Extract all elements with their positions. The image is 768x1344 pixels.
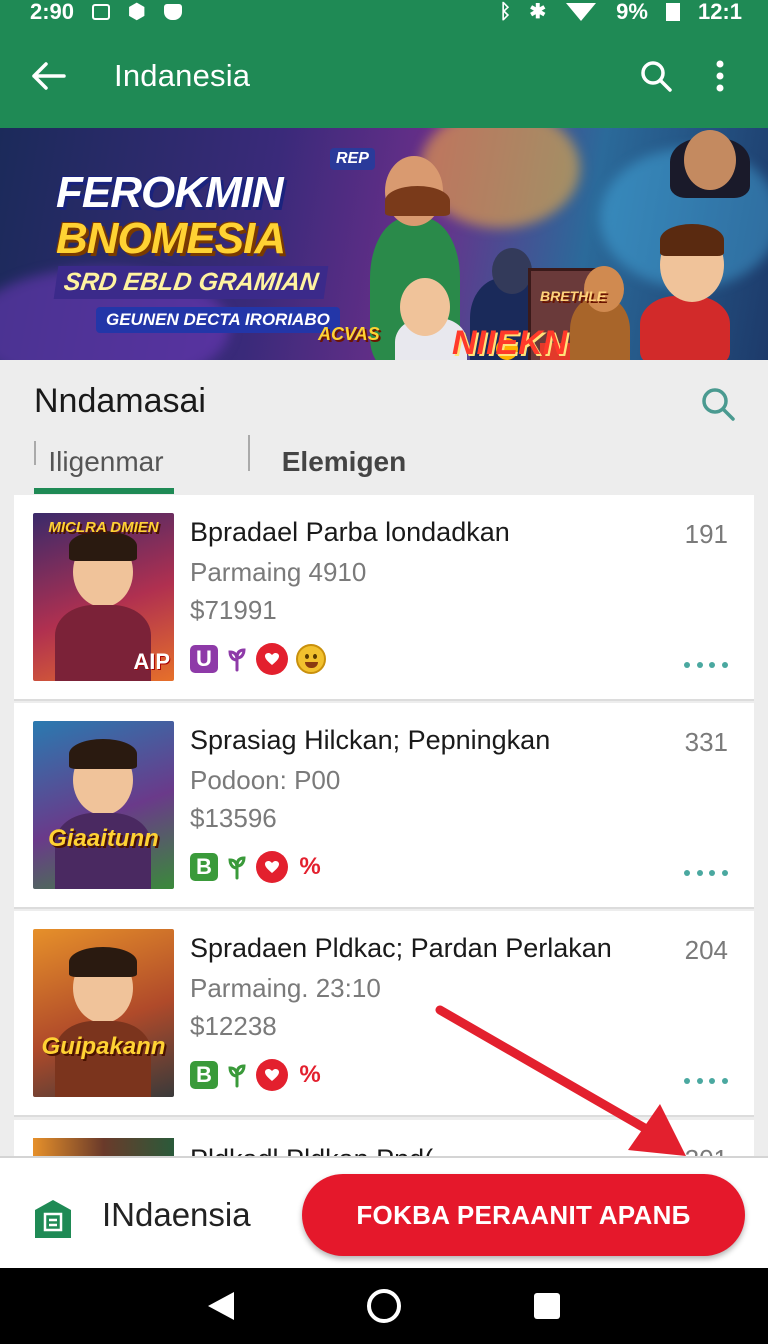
bluetooth-icon: ᛒ [499,1,512,23]
item-count: 331 [684,727,728,757]
heart-badge-icon [256,643,288,675]
item-price: $13596 [190,803,277,833]
list-item-partial[interactable]: Pldkadl Pldkan Pnd( 201 [14,1120,754,1160]
list-item[interactable]: Giaaitunn Sprasiag Hilckan; Pepningkan Pod… [14,703,754,909]
percent-icon: % [299,853,321,880]
battery-icon [665,3,680,21]
primary-cta-button[interactable]: FOKBA PERAANIT APANБ [302,1174,745,1256]
tab-iligenmar[interactable]: Iligenmar [36,430,176,494]
item-name: Spradaen Pldkac; Pardan Perlakan [190,933,612,963]
banner-character [640,296,730,360]
thumb-tag: AIP [133,649,170,674]
status-clock-right: 12:1 [697,0,742,24]
status-bar-left: 2:90 ⬢ [30,0,182,25]
heart-badge-icon [256,1059,288,1091]
item-name: Sprasiag Hilckan; Pepningkan [190,725,551,755]
item-subtitle: Parmaing. 23:10 [190,973,381,1003]
banner-character-head [492,248,532,294]
back-button[interactable] [0,24,96,128]
item-price: $71991 [190,595,277,625]
snowflake-icon: ✱ [529,1,547,23]
thumb-character-hair [69,947,137,977]
item-subtitle: Parmaing 4910 [190,557,367,587]
status-time: 2:90 [30,0,75,24]
circle-home-icon [366,1289,401,1323]
list-item[interactable]: MICLRA DMIEN AIP Bpradael Parba londadkan P… [14,495,754,701]
banner-character-head [684,130,736,190]
more-dots-button[interactable] [684,1071,728,1091]
item-name: Bpradael Parba londadkan [190,517,510,547]
store-label[interactable]: INdaensia [102,1196,251,1234]
item-subtitle: Podoon: P00 [190,765,341,795]
leaf-icon [226,853,248,881]
more-options-button[interactable] [688,44,752,108]
banner-title-line1: FEROKMIN [56,168,284,217]
leaf-icon [226,645,248,673]
lock-icon [163,4,182,20]
banner-title-block: FEROKMIN BNOMESIA SRD EBLD GRAMIAN GEUNE… [53,168,346,333]
shield-icon: ⬢ [128,1,146,23]
letter-badge: B [190,1061,218,1089]
item-thumbnail: Giaaitunn [33,721,174,889]
search-icon [641,61,672,92]
item-price: $12238 [190,1011,277,1041]
banner-sign-bottom-left: NIIEKN [452,324,568,360]
list-item[interactable]: Guipakann Spradaen Pldkac; Pardan Perlaka… [14,911,754,1117]
banner-character-head [400,278,450,336]
app-title: Indanesia [114,58,251,93]
back-arrow-icon [32,62,66,90]
banner-title-line2: BNOMESIA [56,214,286,263]
item-thumbnail: Guipakann [33,929,174,1097]
thumb-character-hair [69,739,137,769]
signal-icon [566,3,597,21]
item-count: 204 [684,935,728,965]
store-icon [35,1200,71,1238]
more-dots-button[interactable] [684,863,728,883]
bottom-bar: INdaensia FOKBA PERAANIT APANБ [0,1156,768,1268]
smile-emoji-icon [296,644,326,674]
status-bar-right: ᛒ ✱ 9% 12:1 [499,0,742,25]
battery-percent: 9% [616,0,648,24]
leaf-icon [226,1061,248,1089]
app-bar: Indanesia [0,24,768,128]
thumb-title: Guipakann [41,1033,166,1060]
promo-banner[interactable]: FEROKMIN BNOMESIA SRD EBLD GRAMIAN GEUNE… [0,128,768,360]
more-dots-button[interactable] [684,655,728,675]
section-title: Nndamasai [34,382,206,420]
nav-back-button[interactable] [191,1276,251,1336]
nav-recents-button[interactable] [517,1276,577,1336]
item-badges: B% [190,1059,324,1091]
more-vert-icon [716,60,724,92]
letter-badge: B [190,853,218,881]
thumb-title: Giaaitunn [48,825,159,852]
banner-tagline: GEUNEN DECTA IRORIABO [96,307,340,333]
search-icon [702,388,735,421]
banner-subtitle: SRD EBLD GRAMIAN [53,266,329,299]
item-badges: U [190,643,326,675]
item-thumbnail: MICLRA DMIEN AIP [33,513,174,681]
square-recents-icon [533,1293,560,1319]
tab-elemigen[interactable]: Elemigen [256,430,432,494]
item-badges: B% [190,851,324,883]
item-count: 191 [684,519,728,549]
letter-badge: U [190,645,218,673]
heart-badge-icon [256,851,288,883]
tab-divider [248,435,250,471]
triangle-back-icon [208,1292,235,1320]
banner-character-hair [385,186,450,216]
active-tab-indicator [34,488,174,494]
search-button[interactable] [624,44,688,108]
notification-square-icon [92,4,111,20]
banner-character-hair [660,224,724,256]
banner-sign-store: BRETHLE [540,288,607,304]
status-bar: 2:90 ⬢ ᛒ ✱ 9% 12:1 [0,0,768,24]
banner-sign-small: ACVAS [318,324,380,344]
nav-home-button[interactable] [354,1276,414,1336]
system-nav-bar [0,1268,768,1344]
banner-sign-top: REP [330,148,375,170]
thumb-title: MICLRA DMIEN [48,519,159,536]
percent-icon: % [299,1061,321,1088]
section-search-button[interactable] [694,380,742,428]
